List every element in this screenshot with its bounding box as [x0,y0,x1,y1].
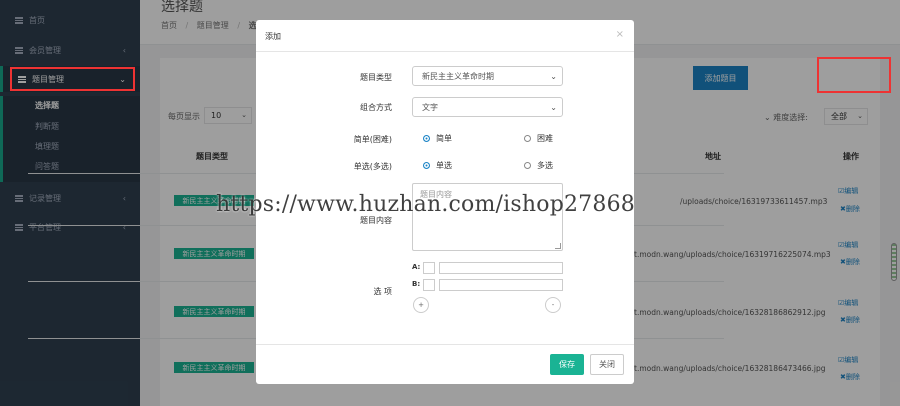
combo-select[interactable]: 文字 ⌄ [412,97,563,117]
watermark-text: https://www.huzhan.com/ishop27868 [216,192,635,217]
option-b-checkbox[interactable] [423,279,435,291]
difficulty-field-label: 简单(困难) [353,135,392,144]
remove-option-button[interactable]: - [545,297,561,313]
radio-selected-icon [423,135,430,142]
question-type-select[interactable]: 新民主主义革命时期 ⌄ [412,66,563,86]
radio-single[interactable]: 单选 [423,160,452,171]
radio-hard[interactable]: 困难 [524,133,553,144]
question-type-label: 题目类型 [360,73,392,82]
save-button[interactable]: 保存 [550,354,584,375]
option-a-checkbox[interactable] [423,262,435,274]
options-label: 选 项 [373,287,392,296]
close-button[interactable]: 关闭 [590,354,624,375]
dialog-footer [256,344,634,345]
highlight-box-sidebar [10,67,135,91]
option-b-label: B: [412,280,421,288]
dialog-header: 添加 × [256,20,634,52]
combo-label: 组合方式 [360,103,392,112]
close-icon[interactable]: × [616,29,624,40]
option-a-label: A: [412,263,421,271]
radio-unselected-icon [524,162,531,169]
dialog-title: 添加 [265,32,281,41]
highlight-box-add-button [817,57,891,93]
option-b-input[interactable] [439,279,563,291]
chevron-down-icon: ⌄ [550,72,557,81]
radio-easy[interactable]: 简单 [423,133,452,144]
radio-selected-icon [423,162,430,169]
resize-grip-icon[interactable] [555,243,561,249]
chevron-down-icon: ⌄ [550,103,557,112]
option-a-input[interactable] [439,262,563,274]
radio-unselected-icon [524,135,531,142]
add-option-button[interactable]: + [413,297,429,313]
question-type-value: 新民主主义革命时期 [422,71,494,81]
radio-multi[interactable]: 多选 [524,160,553,171]
combo-value: 文字 [422,102,438,112]
choice-field-label: 单选(多选) [353,162,392,171]
